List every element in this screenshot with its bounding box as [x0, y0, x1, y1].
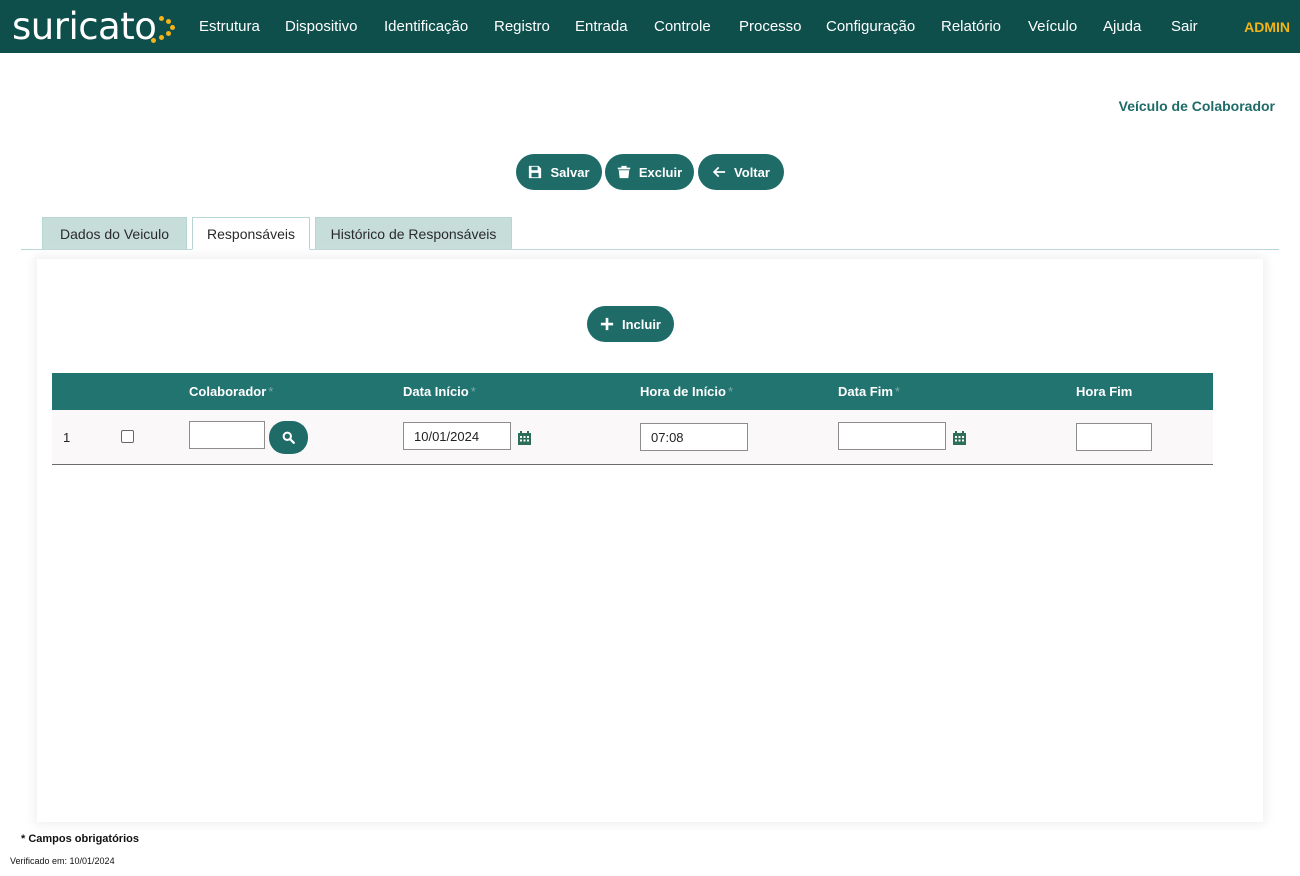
- save-button-label: Salvar: [550, 164, 590, 180]
- top-nav-bar: suricato Estrutura Dispositivo Identific…: [0, 0, 1300, 53]
- floppy-disk-icon: [529, 165, 542, 179]
- calendar-icon[interactable]: [518, 431, 531, 445]
- user-name[interactable]: ADMIN: [1244, 19, 1290, 35]
- tab-dados-do-veiculo[interactable]: Dados do Veiculo: [42, 217, 187, 250]
- trash-icon: [617, 165, 630, 179]
- delete-button-label: Excluir: [638, 164, 683, 180]
- page-title: Veículo de Colaborador: [1118, 98, 1275, 114]
- responsaveis-panel: [37, 259, 1263, 822]
- back-button-label: Voltar: [734, 164, 770, 180]
- column-header-data-fim: Data Fim *: [838, 384, 900, 399]
- nav-item-ajuda[interactable]: Ajuda: [1103, 18, 1141, 35]
- nav-item-identificacao[interactable]: Identificação: [384, 18, 468, 35]
- colaborador-search-button[interactable]: [269, 421, 308, 454]
- nav-item-veiculo[interactable]: Veículo: [1028, 18, 1077, 35]
- data-inicio-input[interactable]: 10/01/2024: [403, 422, 511, 450]
- required-fields-note: * Campos obrigatórios: [21, 833, 139, 845]
- hora-inicio-input[interactable]: 07:08: [640, 423, 748, 451]
- column-header-hora-inicio: Hora de Início *: [640, 384, 734, 399]
- search-icon: [282, 431, 295, 444]
- row-select-checkbox[interactable]: [121, 430, 134, 443]
- save-button[interactable]: Salvar: [516, 154, 602, 190]
- nav-item-relatorio[interactable]: Relatório: [941, 18, 1001, 35]
- nav-item-entrada[interactable]: Entrada: [575, 18, 628, 35]
- calendar-icon[interactable]: [953, 431, 966, 445]
- verified-date: Verificado em: 10/01/2024: [10, 856, 115, 866]
- nav-item-dispositivo[interactable]: Dispositivo: [285, 18, 358, 35]
- column-header-colaborador: Colaborador *: [189, 384, 274, 399]
- suricato-logo[interactable]: suricato: [12, 4, 177, 48]
- nav-item-estrutura[interactable]: Estrutura: [199, 18, 260, 35]
- column-header-hora-fim: Hora Fim: [1076, 384, 1133, 399]
- nav-item-registro[interactable]: Registro: [494, 18, 550, 35]
- table-header: Colaborador * Data Início * Hora de Início…: [52, 373, 1213, 410]
- nav-item-controle[interactable]: Controle: [654, 18, 711, 35]
- hora-fim-input[interactable]: [1076, 423, 1152, 451]
- nav-item-configuracao[interactable]: Configuração: [826, 18, 915, 35]
- back-button[interactable]: Voltar: [698, 154, 784, 190]
- nav-item-processo[interactable]: Processo: [739, 18, 802, 35]
- logo-text: suricato: [12, 4, 157, 48]
- table-row: 1 10/01/2024 07:08: [52, 410, 1213, 465]
- logo-dots-icon: [151, 8, 177, 44]
- data-fim-input[interactable]: [838, 422, 946, 450]
- delete-button[interactable]: Excluir: [605, 154, 694, 190]
- plus-icon: [600, 317, 614, 331]
- arrow-left-icon: [712, 166, 726, 178]
- add-button[interactable]: Incluir: [587, 306, 674, 342]
- add-button-label: Incluir: [621, 316, 661, 332]
- tab-responsaveis[interactable]: Responsáveis: [192, 217, 310, 250]
- colaborador-input[interactable]: [189, 421, 265, 449]
- nav-item-sair[interactable]: Sair: [1171, 18, 1198, 35]
- column-header-data-inicio: Data Início *: [403, 384, 476, 399]
- tab-historico-de-responsaveis[interactable]: Histórico de Responsáveis: [315, 217, 512, 250]
- row-index: 1: [63, 430, 71, 445]
